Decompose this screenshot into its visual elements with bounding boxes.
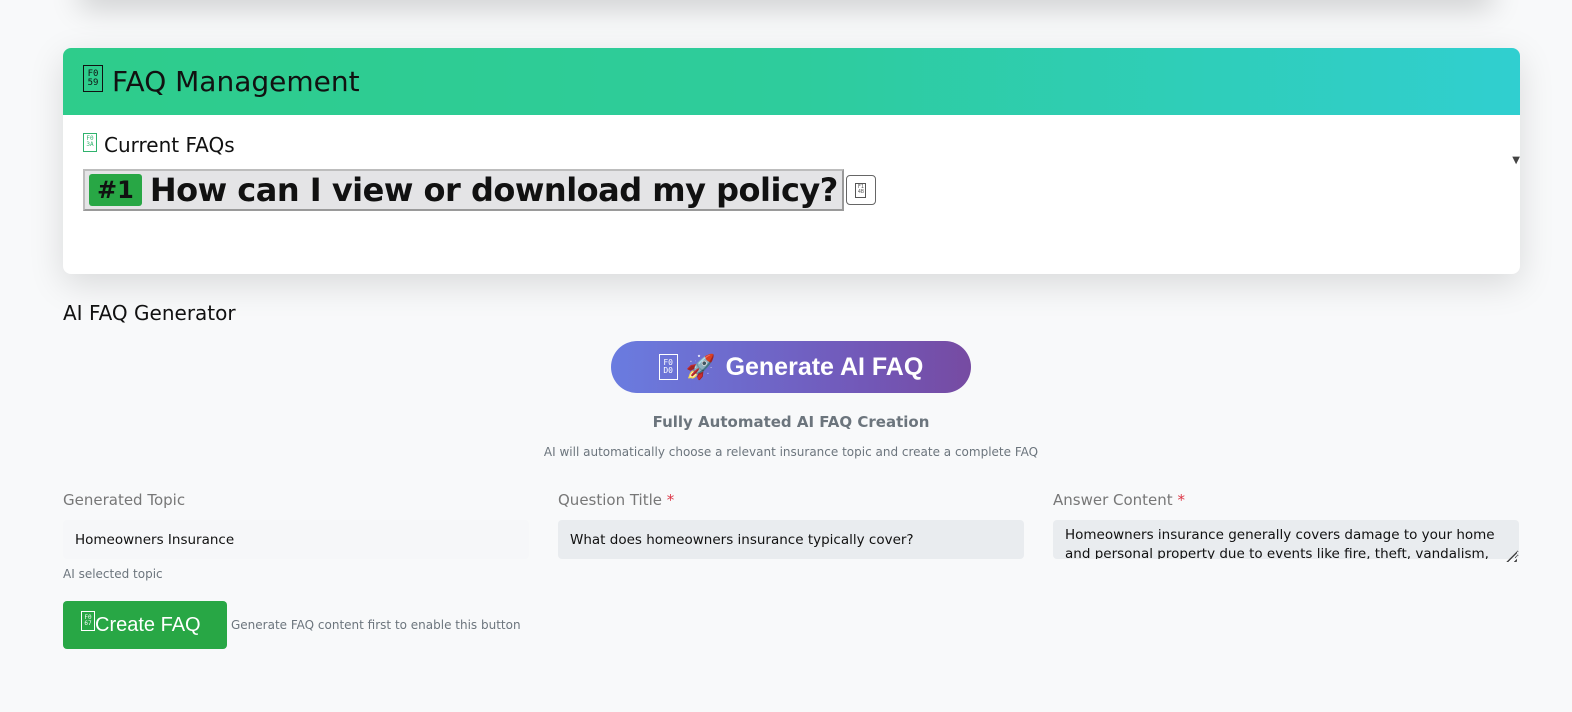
magic-wand-icon: F0 D0 bbox=[658, 354, 678, 380]
page-title: FAQ Management bbox=[112, 65, 360, 98]
answer-content-field: Answer Content * Homeowners insurance ge… bbox=[1053, 491, 1519, 563]
chevron-down-icon[interactable]: ▼ bbox=[1512, 155, 1520, 166]
faq-edit-button[interactable]: F1 4B bbox=[845, 175, 876, 205]
ai-generator-title: AI FAQ Generator bbox=[63, 301, 236, 325]
answer-content-textarea[interactable]: Homeowners insurance generally covers da… bbox=[1053, 520, 1519, 559]
question-circle-icon: F0 59 bbox=[83, 65, 103, 92]
question-title-label: Question Title * bbox=[558, 491, 675, 509]
faq-question-text: How can I view or download my policy? bbox=[149, 171, 839, 209]
generator-description: AI will automatically choose a relevant … bbox=[543, 445, 1039, 459]
question-title-input[interactable] bbox=[558, 520, 1024, 559]
card-body: F0 3A Current FAQs ▼ #1 How can I view or… bbox=[63, 115, 1520, 211]
faq-list: #1 How can I view or download my policy?… bbox=[83, 169, 1500, 211]
rocket-icon: 🚀 bbox=[685, 353, 716, 381]
required-asterisk: * bbox=[666, 491, 675, 509]
edit-icon: F1 4B bbox=[855, 182, 867, 198]
current-faqs-title: Current FAQs bbox=[104, 133, 235, 157]
create-faq-hint: Generate FAQ content first to enable thi… bbox=[231, 618, 521, 632]
list-icon: F0 3A bbox=[83, 132, 97, 152]
generated-topic-help: AI selected topic bbox=[63, 567, 163, 581]
generate-ai-faq-button[interactable]: F0 D0 🚀 Generate AI FAQ bbox=[611, 341, 971, 393]
required-asterisk: * bbox=[1177, 491, 1185, 509]
generated-topic-label: Generated Topic bbox=[63, 491, 186, 509]
question-title-field: Question Title * bbox=[558, 491, 1024, 559]
generator-subtitle: Fully Automated AI FAQ Creation bbox=[652, 413, 930, 431]
generated-topic-input[interactable] bbox=[63, 520, 529, 559]
card-header: F0 59 FAQ Management bbox=[63, 48, 1520, 115]
generated-topic-field: Generated Topic AI selected topic bbox=[63, 491, 529, 581]
create-faq-button[interactable]: F0 67 Create FAQ bbox=[63, 601, 227, 649]
create-faq-label: Create FAQ bbox=[95, 613, 201, 636]
faq-number-badge: #1 bbox=[89, 174, 142, 206]
plus-icon: F0 67 bbox=[81, 611, 95, 631]
answer-content-label: Answer Content * bbox=[1053, 491, 1185, 509]
faq-management-card: F0 59 FAQ Management F0 3A Current FAQs ▼ … bbox=[63, 48, 1520, 274]
faq-list-item[interactable]: #1 How can I view or download my policy? bbox=[83, 169, 844, 211]
generate-button-label: Generate AI FAQ bbox=[725, 352, 924, 381]
current-faqs-heading: F0 3A Current FAQs bbox=[83, 132, 1500, 157]
